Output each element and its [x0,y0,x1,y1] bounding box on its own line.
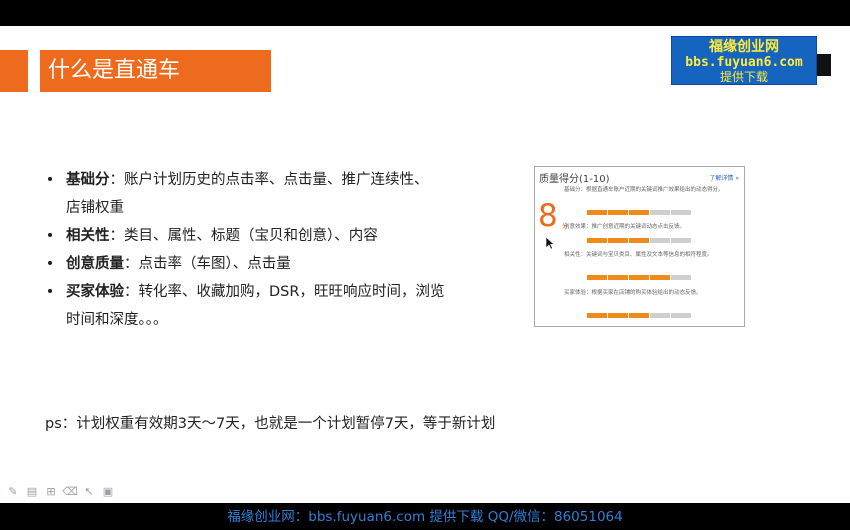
score-bar-segment [671,313,691,318]
score-row-creative: 创意效果：推广创意近期的关键词动态点击反馈。 [563,224,739,231]
score-row-desc: 基础分：根据直通车账户近期的关键词推广效果给出的动态得分。 [564,187,724,193]
quality-score-title: 质量得分(1-10) [539,174,610,185]
bullet-heading: 基础分 [66,172,110,188]
score-bar-segment [671,275,691,280]
watermark-url: bbs.fuyuan6.com [685,55,803,70]
score-bar-segment [608,313,628,318]
bullet-item-base-score: • 基础分：账户计划历史的点击率、点击量、推广连续性、 店铺权重 [44,166,494,222]
watermark-logo: 福缘创业网 bbs.fuyuan6.com 提供下载 [671,36,817,85]
bullet-text: ：账户计划历史的点击率、点击量、推广连续性、 [109,172,429,188]
score-row-desc: 相关性：关键词与宝贝类目、属性及文本等信息的相符程度。 [564,252,713,258]
bullet-marker: • [45,284,55,300]
quality-score-value: 8 [538,198,558,234]
title-banner: 什么是直通车 [40,50,271,92]
bullet-heading: 相关性 [66,228,110,244]
slide-title: 什么是直通车 [48,58,181,83]
bullet-text: ：类目、属性、标题（宝贝和创意）、内容 [109,228,378,244]
ps-note: ps：计划权重有效期3天～7天，也就是一个计划暂停7天，等于新计划 [45,416,496,432]
score-bar [587,313,692,318]
score-bar-segment [587,210,607,215]
video-bottom-banner: 福缘创业网：bbs.fuyuan6.com 提供下载 QQ/微信：8605106… [0,503,850,530]
score-bar-segment [629,238,649,243]
score-bar-segment [587,238,607,243]
score-bar-segment [650,313,670,318]
eraser-icon[interactable]: ⌫ [61,485,79,499]
score-bar-segment [650,238,670,243]
score-bar-segment [629,313,649,318]
score-row-buyer: 买家体验：根据买家在店铺的购买体验给出的动态反馈。 [563,290,739,297]
pen-icon[interactable]: ✎ [4,485,22,499]
presentation-slide: 什么是直通车 福缘创业网 bbs.fuyuan6.com 提供下载 • 基础分：… [0,26,850,503]
bullet-continuation: 店铺权重 [66,200,124,216]
slides-icon[interactable]: ▤ [23,485,41,499]
score-bar-segment [587,313,607,318]
score-row-base: 基础分：根据直通车账户近期的关键词推广效果给出的动态得分。 [563,187,739,194]
score-bar-segment [671,238,691,243]
watermark-download: 提供下载 [719,70,768,84]
score-bar-segment [629,275,649,280]
bullet-marker: • [45,228,55,244]
score-bar-segment [629,210,649,215]
score-bar-segment [608,238,628,243]
bullet-item-relevance: • 相关性：类目、属性、标题（宝贝和创意）、内容 [44,222,494,250]
score-row-desc: 买家体验：根据买家在店铺的购买体验给出的动态反馈。 [564,290,702,296]
bullet-item-buyer-experience: • 买家体验：转化率、收藏加购，DSR，旺旺响应时间，浏览 时间和深度。。。 [44,278,494,334]
bullet-continuation: 时间和深度。。。 [66,312,168,328]
mouse-pointer-icon [545,236,555,250]
bullet-heading: 买家体验 [66,284,124,300]
pointer-icon[interactable]: ↖ [80,485,98,499]
screen-icon[interactable]: ▣ [99,485,117,499]
bullet-text: ：点击率（车图）、点击量 [124,256,291,272]
bullet-list: • 基础分：账户计划历史的点击率、点击量、推广连续性、 店铺权重 • 相关性：类… [44,166,494,334]
score-bar [587,210,692,215]
bullet-marker: • [45,172,55,188]
quality-score-panel: 质量得分(1-10) 了解详情 » 8 分 基础分：根据直通车账户近期的关键词推… [534,166,745,327]
watermark-edge [817,54,831,76]
score-bar [587,238,692,243]
score-bar-segment [671,210,691,215]
score-bar-segment [608,275,628,280]
score-bar-segment [587,275,607,280]
score-bar [587,275,692,280]
score-bar-segment [650,275,670,280]
bullet-text: ：转化率、收藏加购，DSR，旺旺响应时间，浏览 [124,284,445,300]
footer-watermark-text: 福缘创业网：bbs.fuyuan6.com 提供下载 QQ/微信：8605106… [227,509,623,525]
learn-more-link[interactable]: 了解详情 » [709,173,739,182]
score-bar-segment [650,210,670,215]
score-row-desc: 创意效果：推广创意近期的关键词动态点击反馈。 [564,224,686,230]
title-accent-bar [0,50,28,92]
grid-icon[interactable]: ⊞ [42,485,60,499]
presentation-toolbar: ✎ ▤ ⊞ ⌫ ↖ ▣ [4,485,118,499]
video-top-letterbox [0,0,850,26]
bullet-heading: 创意质量 [66,256,124,272]
score-row-relevance: 相关性：关键词与宝贝类目、属性及文本等信息的相符程度。 [563,252,739,259]
bullet-item-creative-quality: • 创意质量：点击率（车图）、点击量 [44,250,494,278]
score-bar-segment [608,210,628,215]
watermark-name: 福缘创业网 [709,39,779,55]
bullet-marker: • [45,256,55,272]
